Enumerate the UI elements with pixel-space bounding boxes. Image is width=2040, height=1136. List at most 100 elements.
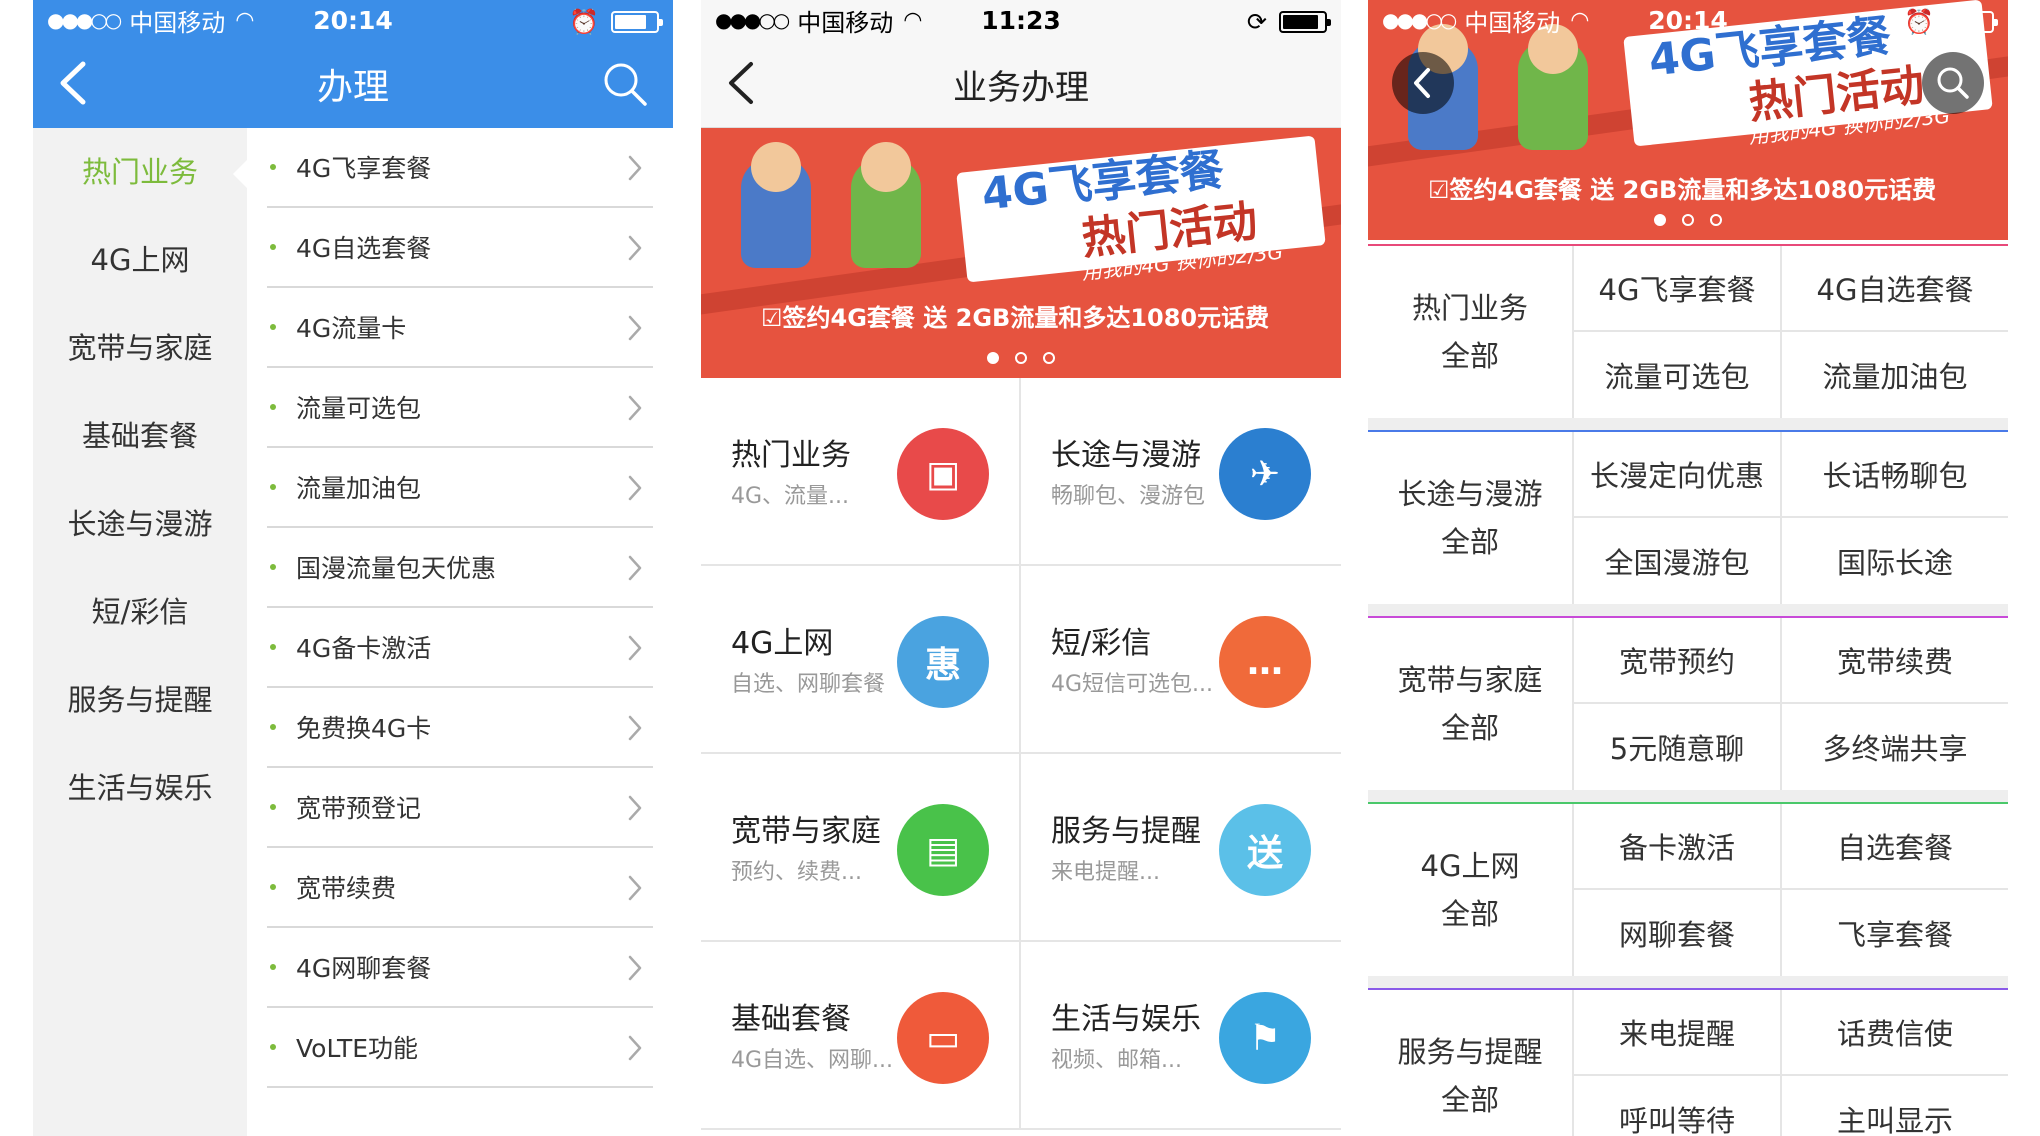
section-item[interactable]: 呼叫等待 — [1574, 1076, 1782, 1136]
status-bar: ●●●○○ 中国移动 ◠ 11:23 ⟳ — [701, 0, 1341, 40]
sidebar-item[interactable]: 基础套餐 — [33, 392, 247, 480]
section-all-link[interactable]: 全部 — [1441, 704, 1499, 752]
category-title: 短/彩信 — [1051, 626, 1152, 661]
list-item-label: 4G飞享套餐 — [296, 154, 432, 183]
section-item[interactable]: 网聊套餐 — [1574, 890, 1782, 976]
list-item-label: 国漫流量包天优惠 — [296, 554, 497, 583]
section-header[interactable]: 长途与漫游 全部 — [1368, 432, 1574, 604]
list-item[interactable]: 4G飞享套餐 — [267, 128, 653, 208]
screen-service-sections: 4G飞享套餐 热门活动 用我的4G 换你的2/3G ☑签约4G套餐 送 2GB流… — [1368, 0, 2008, 1136]
nav-bar: ●●●○○ 中国移动 ◠ 11:23 ⟳ 业务办理 — [701, 0, 1341, 128]
list-item-label: VoLTE功能 — [296, 1034, 419, 1063]
section-item[interactable]: 多终端共享 — [1782, 704, 2008, 790]
list-item[interactable]: 流量加油包 — [267, 448, 653, 528]
section-all-link[interactable]: 全部 — [1441, 518, 1499, 566]
section-item[interactable]: 4G飞享套餐 — [1574, 246, 1782, 332]
category-tile[interactable]: 热门业务 4G、流量... ▣ — [701, 378, 1021, 566]
section-all-link[interactable]: 全部 — [1441, 332, 1499, 380]
search-icon[interactable] — [601, 60, 649, 108]
category-tile[interactable]: 短/彩信 4G短信可选包...… — [1021, 566, 1341, 754]
category-title: 基础套餐 — [731, 1002, 851, 1037]
list-item[interactable]: 4G备卡激活 — [267, 608, 653, 688]
section-item[interactable]: 主叫显示 — [1782, 1076, 2008, 1136]
section-item[interactable]: 流量加油包 — [1782, 332, 2008, 418]
category-tile[interactable]: 宽带与家庭 预约、续费... ▤ — [701, 754, 1021, 942]
category-tile[interactable]: 4G上网 自选、网聊套餐惠 — [701, 566, 1021, 754]
sidebar-item[interactable]: 热门业务 — [33, 128, 247, 216]
carousel-dot[interactable] — [1682, 214, 1694, 226]
sidebar-item[interactable]: 长途与漫游 — [33, 480, 247, 568]
list-item[interactable]: 宽带续费 — [267, 848, 653, 928]
section-item[interactable]: 宽带预约 — [1574, 618, 1782, 704]
carousel-dots[interactable] — [701, 352, 1341, 364]
chevron-right-icon — [628, 795, 642, 821]
section-item[interactable]: 长漫定向优惠 — [1574, 432, 1782, 518]
sidebar-item[interactable]: 4G上网 — [33, 216, 247, 304]
bullet-dot — [270, 324, 276, 330]
category-title: 服务与提醒 — [1051, 814, 1201, 849]
category-tile[interactable]: 服务与提醒 来电提醒... 送 — [1021, 754, 1341, 942]
bullet-dot — [270, 644, 276, 650]
category-title: 长途与漫游 — [1051, 438, 1201, 473]
bullet-dot — [270, 1044, 276, 1050]
section-item[interactable]: 4G自选套餐 — [1782, 246, 2008, 332]
sidebar-item[interactable]: 短/彩信 — [33, 568, 247, 656]
section-header[interactable]: 热门业务 全部 — [1368, 246, 1574, 418]
section-item[interactable]: 国际长途 — [1782, 518, 2008, 604]
battery-icon — [1946, 11, 1998, 33]
list-item[interactable]: VoLTE功能 — [267, 1008, 653, 1088]
list-item[interactable]: 免费换4G卡 — [267, 688, 653, 768]
section-all-link[interactable]: 全部 — [1441, 1076, 1499, 1124]
carousel-dots[interactable] — [1368, 214, 2008, 226]
category-title: 生活与娱乐 — [1051, 1002, 1201, 1037]
service-section: 服务与提醒 全部 来电提醒 话费信使 呼叫等待 主叫显示 — [1368, 988, 2008, 1136]
section-item[interactable]: 长话畅聊包 — [1782, 432, 2008, 518]
list-item[interactable]: 4G自选套餐 — [267, 208, 653, 288]
section-header[interactable]: 服务与提醒 全部 — [1368, 990, 1574, 1136]
section-title: 长途与漫游 — [1397, 477, 1543, 511]
list-item[interactable]: 宽带预登记 — [267, 768, 653, 848]
section-header[interactable]: 4G上网 全部 — [1368, 804, 1574, 976]
section-item[interactable]: 5元随意聊 — [1574, 704, 1782, 790]
back-button[interactable] — [1392, 52, 1454, 114]
section-item[interactable]: 备卡激活 — [1574, 804, 1782, 890]
carousel-dot[interactable] — [1654, 214, 1666, 226]
category-tile[interactable]: 生活与娱乐 视频、邮箱... ⚑ — [1021, 942, 1341, 1130]
carousel-dot[interactable] — [1710, 214, 1722, 226]
alarm-icon: ⏰ — [1904, 8, 1934, 36]
list-item-label: 宽带续费 — [296, 874, 397, 903]
gift-tag-icon: 送 — [1219, 804, 1311, 896]
runner-head — [751, 142, 801, 192]
section-title: 宽带与家庭 — [1397, 663, 1543, 697]
list-item[interactable]: 4G流量卡 — [267, 288, 653, 368]
section-all-link[interactable]: 全部 — [1441, 890, 1499, 938]
section-item[interactable]: 来电提醒 — [1574, 990, 1782, 1076]
chevron-right-icon — [628, 635, 642, 661]
promo-banner[interactable]: 4G飞享套餐 热门活动 用我的4G 换你的2/3G ☑签约4G套餐 送 2GB流… — [701, 128, 1341, 378]
carousel-dot[interactable] — [1043, 352, 1055, 364]
section-item[interactable]: 话费信使 — [1782, 990, 2008, 1076]
sidebar-item[interactable]: 服务与提醒 — [33, 656, 247, 744]
section-item[interactable]: 飞享套餐 — [1782, 890, 2008, 976]
section-item[interactable]: 流量可选包 — [1574, 332, 1782, 418]
list-item[interactable]: 国漫流量包天优惠 — [267, 528, 653, 608]
category-subtitle: 畅聊包、漫游包 — [1051, 484, 1206, 509]
section-header[interactable]: 宽带与家庭 全部 — [1368, 618, 1574, 790]
bullet-dot — [270, 564, 276, 570]
service-section: 4G上网 全部 备卡激活 自选套餐 网聊套餐 飞享套餐 — [1368, 802, 2008, 988]
list-item-label: 流量加油包 — [296, 474, 422, 503]
service-list: 4G飞享套餐 4G自选套餐 4G流量卡 流量可选包流量加油包国漫流量包天优惠 4G备卡激… — [247, 128, 673, 1136]
section-item[interactable]: 宽带续费 — [1782, 618, 2008, 704]
carousel-dot[interactable] — [1015, 352, 1027, 364]
category-tile[interactable]: 长途与漫游 畅聊包、漫游包 ✈ — [1021, 378, 1341, 566]
category-tile[interactable]: 基础套餐 4G自选、网聊... ▭ — [701, 942, 1021, 1130]
list-item[interactable]: 4G网聊套餐 — [267, 928, 653, 1008]
section-item[interactable]: 全国漫游包 — [1574, 518, 1782, 604]
sidebar-item[interactable]: 生活与娱乐 — [33, 744, 247, 832]
search-button[interactable] — [1922, 52, 1984, 114]
section-item[interactable]: 自选套餐 — [1782, 804, 2008, 890]
list-item[interactable]: 流量可选包 — [267, 368, 653, 448]
sidebar-item[interactable]: 宽带与家庭 — [33, 304, 247, 392]
category-subtitle: 自选、网聊套餐 — [731, 672, 886, 697]
carousel-dot[interactable] — [987, 352, 999, 364]
